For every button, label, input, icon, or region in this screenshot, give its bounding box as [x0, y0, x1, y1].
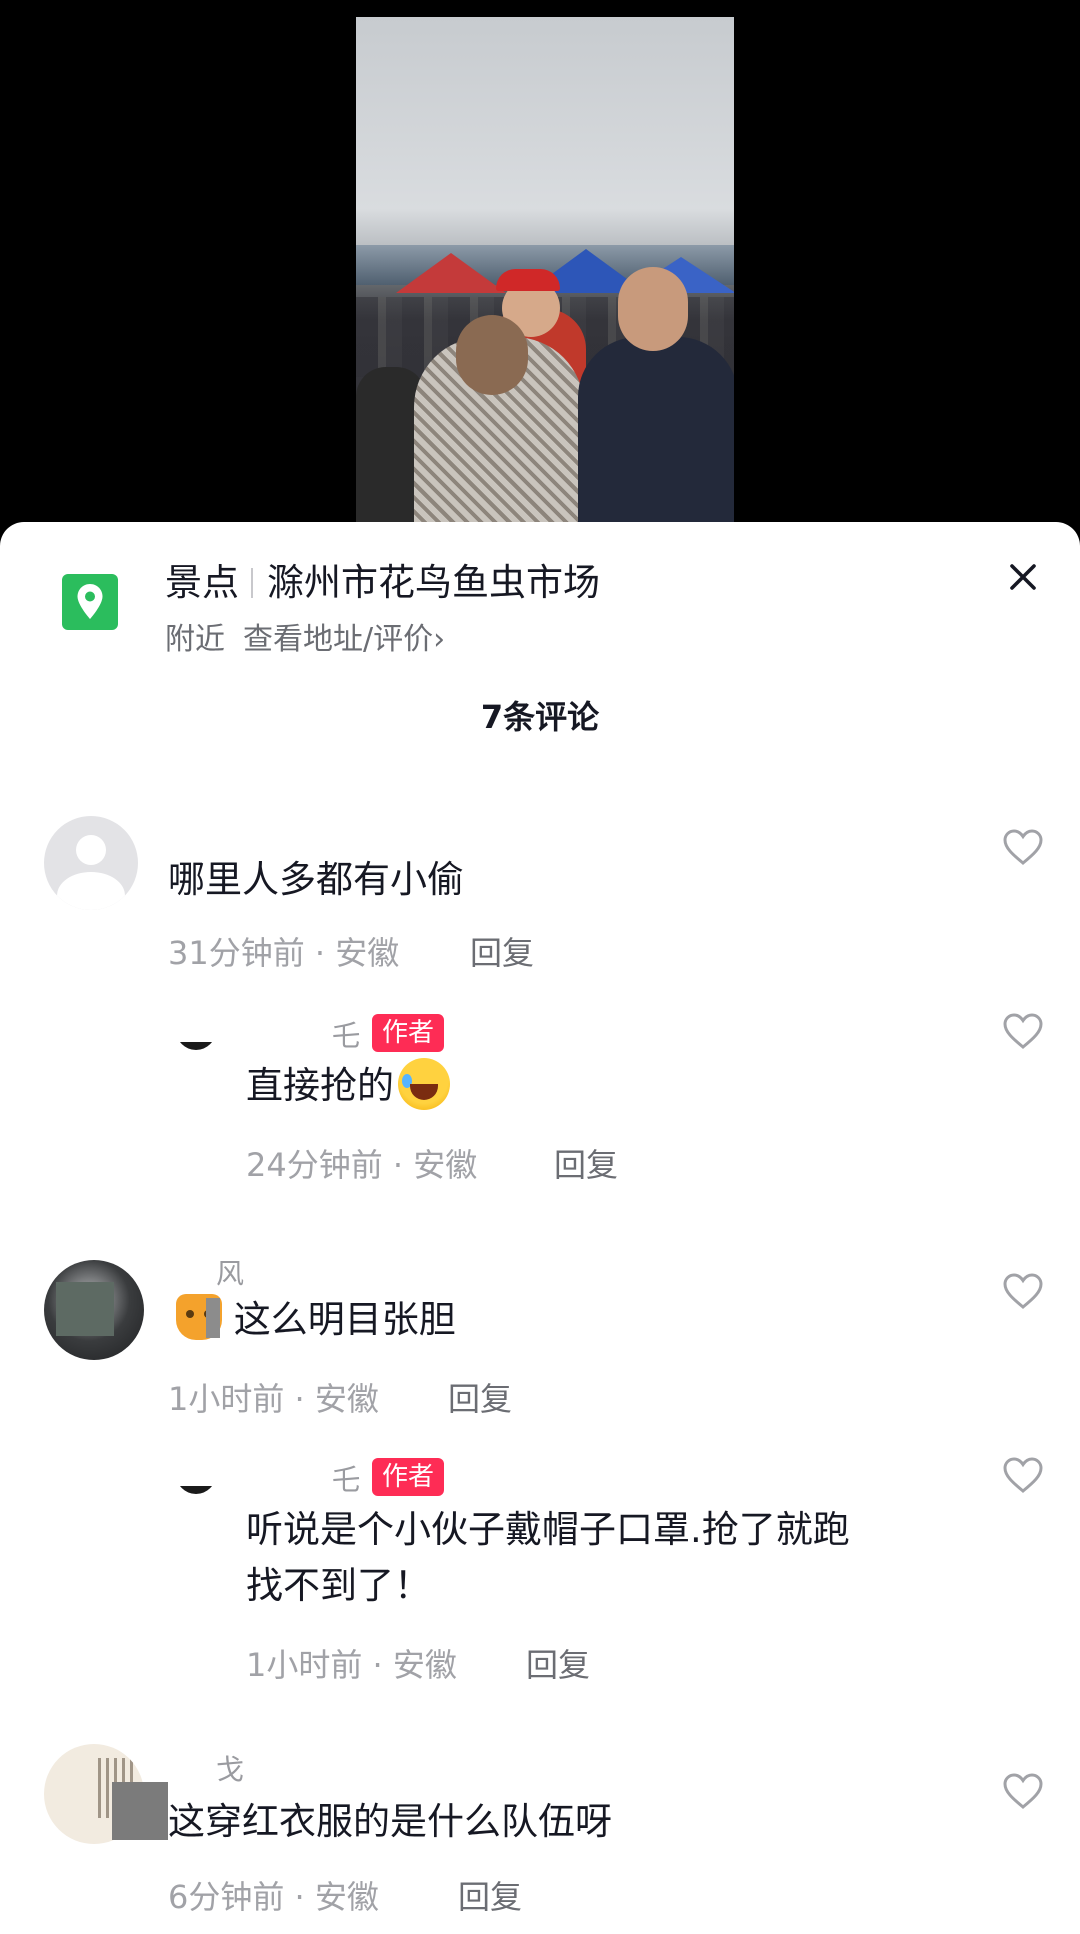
poi-subtitle[interactable]: 附近 查看地址/评价›	[165, 614, 445, 658]
cat-emoji-icon	[176, 1294, 222, 1340]
comment-text: 哪里人多都有小偷	[168, 858, 464, 901]
comment-count: 7条评论	[480, 698, 600, 736]
poi-name: 滁州市花鸟鱼虫市场	[267, 561, 600, 604]
heart-outline-icon[interactable]	[1002, 1012, 1044, 1050]
comment-text-content: 直接抢的	[246, 1064, 394, 1107]
poi-title[interactable]: 景点 滁州市花鸟鱼虫市场	[165, 552, 600, 606]
avatar-overlay	[112, 1782, 168, 1840]
comment-text-content: 这么明目张胆	[233, 1298, 456, 1341]
reply-button[interactable]: 回复	[470, 928, 534, 974]
poi-header[interactable]: 景点 滁州市花鸟鱼虫市场 附近 查看地址/评价›	[0, 522, 1080, 662]
close-icon	[1010, 564, 1036, 590]
video-area[interactable]	[0, 0, 1080, 540]
video-person-dark-head	[618, 267, 688, 351]
heart-outline-icon[interactable]	[1002, 1456, 1044, 1494]
comment-username[interactable]: 乇	[332, 1014, 360, 1054]
comment-username[interactable]: 乇	[332, 1458, 360, 1498]
video-person-red-cap	[496, 269, 560, 291]
reply-button[interactable]: 回复	[458, 1872, 522, 1918]
avatar[interactable]	[44, 816, 138, 910]
poi-title-divider	[251, 568, 253, 598]
poi-nearby: 附近	[165, 622, 225, 657]
reply-button[interactable]: 回复	[554, 1140, 618, 1186]
comment-time: 24分钟前 · 安徽	[246, 1146, 478, 1184]
comment-time: 31分钟前 · 安徽	[168, 934, 400, 972]
poi-address-link[interactable]: 查看地址/评价	[243, 622, 433, 657]
poi-category: 景点	[165, 561, 239, 604]
laughing-tears-emoji-icon	[398, 1058, 450, 1110]
comment-username[interactable]: 戈	[216, 1748, 244, 1788]
comment-text: 直接抢的	[246, 1058, 450, 1114]
comment-text: 这穿红衣服的是什么队伍呀	[168, 1800, 612, 1843]
location-pin-icon	[62, 574, 118, 630]
heart-outline-icon[interactable]	[1002, 828, 1044, 866]
avatar[interactable]	[176, 1042, 216, 1050]
avatar-overlay	[56, 1282, 114, 1336]
comment-text-line-1: 听说是个小伙子戴帽子口罩.抢了就跑	[246, 1508, 850, 1551]
reply-button[interactable]: 回复	[448, 1374, 512, 1420]
close-button[interactable]	[1003, 557, 1043, 597]
avatar[interactable]	[176, 1486, 216, 1494]
comment-time: 6分钟前 · 安徽	[168, 1878, 379, 1916]
comment-text: 这么明目张胆	[176, 1292, 456, 1348]
comment-username[interactable]: 风	[216, 1252, 244, 1292]
author-badge: 作者	[372, 1458, 445, 1496]
video-frame[interactable]	[356, 17, 734, 522]
author-badge: 作者	[372, 1014, 445, 1052]
video-person-dark	[578, 337, 734, 522]
heart-outline-icon[interactable]	[1002, 1772, 1044, 1810]
video-person-plaid-head	[456, 315, 528, 395]
heart-outline-icon[interactable]	[1002, 1272, 1044, 1310]
comment-panel: 景点 滁州市花鸟鱼虫市场 附近 查看地址/评价› 7条评论 哪里人多都有小偷 31分…	[0, 522, 1080, 1934]
comment-time: 1小时前 · 安徽	[246, 1646, 457, 1684]
chevron-right-icon: ›	[433, 622, 446, 657]
comment-text-line-2: 找不到了！	[246, 1564, 431, 1607]
reply-button[interactable]: 回复	[526, 1640, 590, 1686]
comment-time: 1小时前 · 安徽	[168, 1380, 379, 1418]
